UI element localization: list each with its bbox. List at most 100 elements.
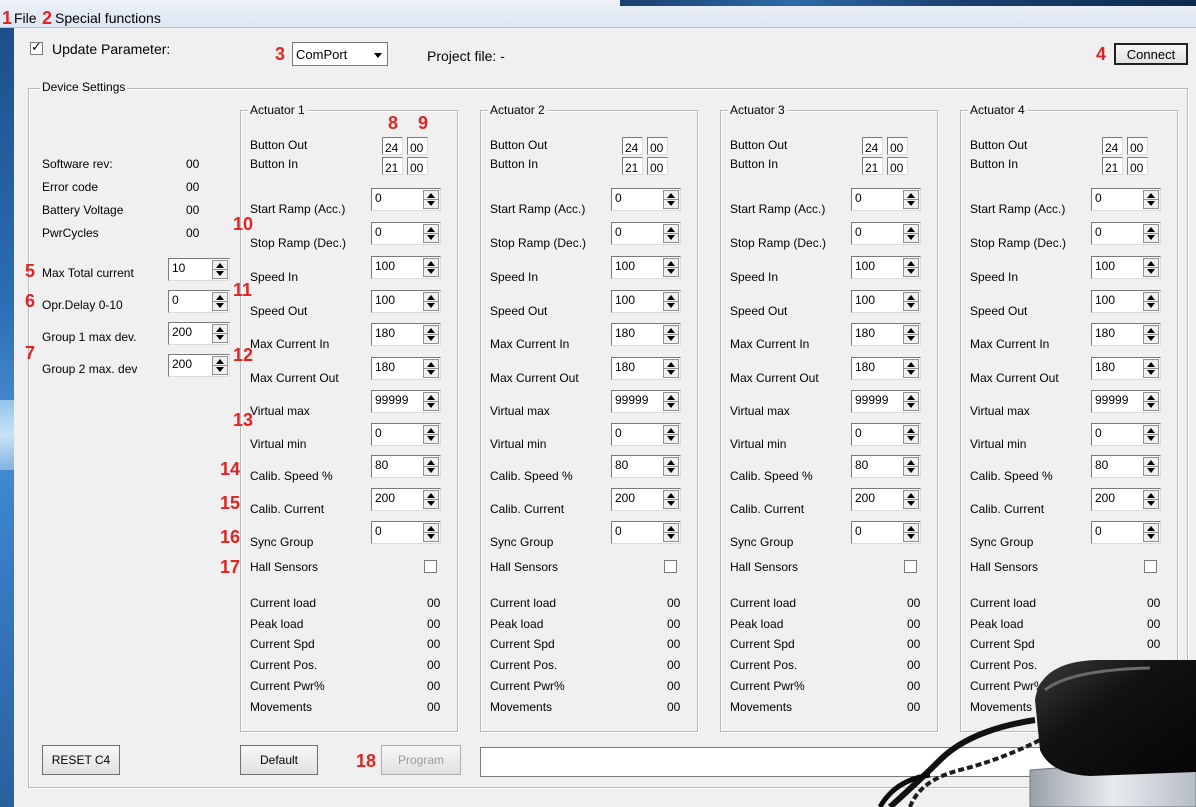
- button-out-a-input[interactable]: 24: [1102, 137, 1123, 155]
- button-in-a-input[interactable]: 21: [622, 157, 643, 175]
- update-parameter-checkbox[interactable]: [30, 40, 43, 55]
- actuator-param-spinner[interactable]: 0: [371, 423, 441, 446]
- actuator-param-spinner[interactable]: 100: [851, 256, 921, 279]
- actuator-param-spinner[interactable]: 100: [611, 256, 681, 279]
- device-param-spinner[interactable]: 200: [168, 322, 230, 345]
- program-button[interactable]: Program: [381, 745, 461, 775]
- actuator-param-spinner[interactable]: 100: [371, 290, 441, 313]
- button-in-b-input[interactable]: 00: [1127, 157, 1148, 175]
- actuator-param-spinner[interactable]: 0: [1091, 423, 1161, 446]
- actuator-param-spinner[interactable]: 0: [611, 423, 681, 446]
- button-out-a-input[interactable]: 24: [622, 137, 643, 155]
- actuator-param-label: Max Current In: [970, 337, 1050, 351]
- spinner-divider: [903, 334, 919, 335]
- actuator-param-spinner[interactable]: 80: [1091, 455, 1161, 478]
- hall-sensors-label: Hall Sensors: [490, 560, 559, 574]
- reset-c4-button[interactable]: RESET C4: [42, 745, 120, 775]
- button-in-b-input[interactable]: 00: [647, 157, 668, 175]
- actuator-param-spinner[interactable]: 180: [1091, 357, 1161, 380]
- comport-select[interactable]: ComPort: [292, 42, 388, 66]
- spinner-divider: [423, 334, 439, 335]
- actuator-param-spinner-value: 0: [615, 225, 622, 239]
- actuator-param-spinner[interactable]: 0: [611, 521, 681, 544]
- annotation-14: 14: [220, 459, 241, 479]
- button-in-a-input[interactable]: 21: [862, 157, 883, 175]
- button-out-label: Button Out: [970, 138, 1028, 152]
- actuator-param-spinner[interactable]: 0: [851, 521, 921, 544]
- status-value: 00: [1147, 617, 1161, 631]
- hall-sensors-label: Hall Sensors: [250, 560, 319, 574]
- actuator-param-label: Calib. Speed %: [250, 469, 333, 483]
- hall-sensors-checkbox[interactable]: [424, 560, 437, 573]
- actuator-param-spinner[interactable]: 99999: [371, 390, 441, 413]
- actuator-param-spinner[interactable]: 0: [851, 188, 921, 211]
- button-out-a-input[interactable]: 24: [382, 137, 403, 155]
- status-value: 00: [427, 679, 441, 693]
- default-button[interactable]: Default: [240, 745, 318, 775]
- button-in-b-input[interactable]: 00: [407, 157, 428, 175]
- button-in-a-input[interactable]: 21: [1102, 157, 1123, 175]
- button-out-b-input[interactable]: 00: [887, 137, 908, 155]
- actuator-param-spinner[interactable]: 200: [1091, 488, 1161, 511]
- menu-special-functions[interactable]: Special functions: [55, 10, 161, 26]
- actuator-param-spinner[interactable]: 0: [1091, 222, 1161, 245]
- device-param-spinner[interactable]: 200: [168, 354, 230, 377]
- button-in-b-input[interactable]: 00: [887, 157, 908, 175]
- actuator-param-spinner[interactable]: 99999: [1091, 390, 1161, 413]
- device-param-spinner[interactable]: 10: [168, 258, 230, 281]
- actuator-param-spinner[interactable]: 0: [611, 188, 681, 211]
- actuator-param-spinner[interactable]: 100: [1091, 290, 1161, 313]
- actuator-param-spinner[interactable]: 0: [371, 222, 441, 245]
- actuator-param-spinner[interactable]: 180: [851, 357, 921, 380]
- status-value: 00: [427, 658, 441, 672]
- hall-sensors-checkbox[interactable]: [664, 560, 677, 573]
- actuator-param-spinner-value: 0: [375, 191, 382, 205]
- actuator-param-spinner[interactable]: 80: [851, 455, 921, 478]
- actuator-param-spinner[interactable]: 180: [851, 323, 921, 346]
- button-in-a-input[interactable]: 21: [382, 157, 403, 175]
- actuator-param-spinner[interactable]: 99999: [851, 390, 921, 413]
- actuator-param-spinner[interactable]: 0: [1091, 188, 1161, 211]
- hall-sensors-checkbox[interactable]: [1144, 560, 1157, 573]
- button-out-label: Button Out: [250, 138, 308, 152]
- spinner-divider: [423, 233, 439, 234]
- actuator-param-spinner-value: 100: [1095, 259, 1116, 273]
- actuator-param-label: Start Ramp (Acc.): [730, 202, 826, 216]
- actuator-param-spinner[interactable]: 180: [611, 323, 681, 346]
- menu-file[interactable]: File: [14, 10, 37, 26]
- actuator-param-spinner[interactable]: 200: [611, 488, 681, 511]
- actuator-param-spinner[interactable]: 180: [611, 357, 681, 380]
- spinner-divider: [1143, 301, 1159, 302]
- actuator-param-spinner[interactable]: 180: [1091, 323, 1161, 346]
- status-value: 00: [667, 637, 681, 651]
- device-param-spinner[interactable]: 0: [168, 290, 230, 313]
- actuator-param-spinner[interactable]: 0: [851, 222, 921, 245]
- actuator-param-spinner[interactable]: 0: [371, 521, 441, 544]
- hall-sensors-checkbox[interactable]: [904, 560, 917, 573]
- actuator-param-spinner[interactable]: 100: [851, 290, 921, 313]
- actuator-param-spinner[interactable]: 200: [851, 488, 921, 511]
- actuator-param-spinner[interactable]: 100: [371, 256, 441, 279]
- actuator-param-spinner[interactable]: 0: [1091, 521, 1161, 544]
- actuator-param-spinner[interactable]: 180: [371, 323, 441, 346]
- actuator-param-spinner[interactable]: 0: [611, 222, 681, 245]
- actuator-param-spinner[interactable]: 0: [851, 423, 921, 446]
- connect-button[interactable]: Connect: [1114, 43, 1188, 65]
- device-info-value: 00: [186, 226, 200, 240]
- actuator-param-spinner[interactable]: 100: [1091, 256, 1161, 279]
- button-out-b-input[interactable]: 00: [407, 137, 428, 155]
- actuator-param-spinner-value: 200: [615, 491, 636, 505]
- actuator-param-spinner[interactable]: 80: [611, 455, 681, 478]
- actuator-param-spinner[interactable]: 0: [371, 188, 441, 211]
- button-out-a-input[interactable]: 24: [862, 137, 883, 155]
- button-out-b-input[interactable]: 00: [1127, 137, 1148, 155]
- actuator-param-spinner[interactable]: 100: [611, 290, 681, 313]
- actuator-param-spinner[interactable]: 80: [371, 455, 441, 478]
- status-label: Current Pos.: [250, 658, 318, 672]
- button-out-b-input[interactable]: 00: [647, 137, 668, 155]
- actuator-param-label: Calib. Current: [730, 502, 805, 516]
- actuator-param-spinner[interactable]: 180: [371, 357, 441, 380]
- actuator-param-label: Start Ramp (Acc.): [250, 202, 346, 216]
- actuator-param-spinner[interactable]: 200: [371, 488, 441, 511]
- actuator-param-spinner[interactable]: 99999: [611, 390, 681, 413]
